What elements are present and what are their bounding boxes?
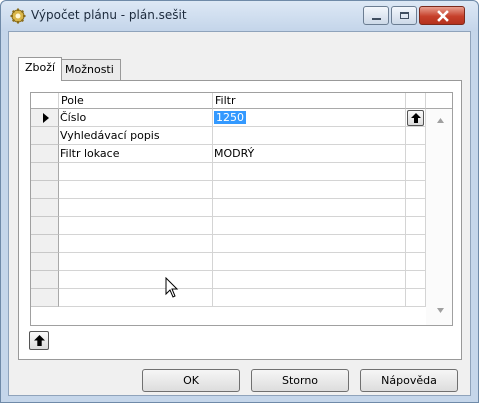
grid-cell-filter[interactable]: [213, 253, 406, 271]
grid-cell-assist: [406, 163, 426, 181]
grid-cell-assist: [406, 109, 426, 127]
filter-grid[interactable]: Pole Filtr Číslo 1250 Vyhledávací popis …: [30, 92, 453, 326]
grid-cell-assist: [406, 271, 426, 289]
grid-cell-filter[interactable]: [213, 127, 406, 145]
grid-cell-assist: [406, 199, 426, 217]
grid-cell-field[interactable]: Filtr lokace: [59, 145, 213, 163]
maximize-button[interactable]: [391, 6, 417, 25]
grid-cell-assist: [406, 253, 426, 271]
assist-edit-button[interactable]: [407, 110, 424, 126]
scrollbar-header: [426, 93, 452, 109]
grid-cell-assist: [406, 289, 426, 307]
filter-value[interactable]: 1250: [214, 111, 246, 124]
grid-cell-field[interactable]: [59, 181, 213, 199]
close-icon: [437, 10, 449, 22]
column-header-filter[interactable]: Filtr: [213, 93, 406, 109]
column-header-blank: [406, 93, 426, 109]
row-selector[interactable]: [31, 181, 59, 199]
grid-cell-field[interactable]: [59, 271, 213, 289]
grid-cell-field[interactable]: [59, 163, 213, 181]
field-name: Filtr lokace: [60, 147, 120, 160]
row-selector[interactable]: [31, 109, 59, 127]
minimize-icon: [372, 18, 381, 20]
row-selector[interactable]: [31, 271, 59, 289]
tab-panel: Pole Filtr Číslo 1250 Vyhledávací popis …: [18, 80, 462, 360]
grid-cell-filter[interactable]: [213, 289, 406, 307]
grid-cell-field[interactable]: [59, 217, 213, 235]
grid-cell-assist: [406, 217, 426, 235]
mouse-cursor-icon: [165, 277, 179, 298]
row-selector[interactable]: [31, 253, 59, 271]
scroll-up-icon[interactable]: [437, 118, 444, 123]
grid-cell-field[interactable]: [59, 199, 213, 217]
grid-cell-filter[interactable]: [213, 235, 406, 253]
grid-corner: [31, 93, 59, 109]
grid-cell-filter[interactable]: 1250: [213, 109, 406, 127]
grid-cell-assist: [406, 145, 426, 163]
field-name: Číslo: [60, 111, 87, 124]
cancel-button[interactable]: Storno: [251, 369, 349, 392]
column-header-filter-label: Filtr: [215, 94, 236, 107]
tab-zbozi[interactable]: Zboží: [18, 57, 63, 81]
grid-cell-filter[interactable]: [213, 217, 406, 235]
grid-cell-assist: [406, 235, 426, 253]
grid-cell-filter[interactable]: [213, 163, 406, 181]
dialog-body: Zboží Možnosti Pole Filtr Číslo 1250 Vyh…: [8, 31, 471, 396]
triangle-right-icon: [43, 113, 49, 123]
row-selector[interactable]: [31, 199, 59, 217]
column-header-field-label: Pole: [61, 94, 84, 107]
row-selector[interactable]: [31, 235, 59, 253]
row-selector[interactable]: [31, 127, 59, 145]
close-button[interactable]: [419, 6, 465, 25]
vertical-scrollbar[interactable]: [426, 109, 452, 325]
grid-cell-filter[interactable]: [213, 271, 406, 289]
grid-cell-field[interactable]: [59, 289, 213, 307]
row-selector[interactable]: [31, 145, 59, 163]
grid-cell-field[interactable]: [59, 253, 213, 271]
ok-button[interactable]: OK: [142, 369, 240, 392]
row-selector[interactable]: [31, 163, 59, 181]
grid-cell-field[interactable]: Číslo: [59, 109, 213, 127]
column-header-field[interactable]: Pole: [59, 93, 213, 109]
scroll-down-icon[interactable]: [437, 308, 444, 313]
window-title: Výpočet plánu - plán.sešit: [31, 8, 187, 22]
help-button[interactable]: Nápověda: [360, 369, 458, 392]
grid-cell-filter[interactable]: [213, 181, 406, 199]
grid-cell-assist: [406, 181, 426, 199]
field-name: Vyhledávací popis: [60, 129, 160, 142]
filter-value: MODRÝ: [214, 147, 255, 160]
grid-cell-field[interactable]: [59, 235, 213, 253]
arrow-up-icon: [34, 335, 45, 346]
row-selector[interactable]: [31, 289, 59, 307]
move-up-button[interactable]: [29, 331, 49, 350]
maximize-icon: [400, 12, 409, 19]
gear-icon: [10, 8, 26, 24]
grid-cell-field[interactable]: Vyhledávací popis: [59, 127, 213, 145]
grid-cell-assist: [406, 127, 426, 145]
tab-moznosti[interactable]: Možnosti: [58, 59, 121, 80]
dialog-window: Výpočet plánu - plán.sešit Zboží Možnost…: [0, 0, 479, 403]
row-selector[interactable]: [31, 217, 59, 235]
title-bar[interactable]: Výpočet plánu - plán.sešit: [1, 1, 478, 31]
grid-cell-filter[interactable]: MODRÝ: [213, 145, 406, 163]
minimize-button[interactable]: [363, 6, 389, 25]
grid-cell-filter[interactable]: [213, 199, 406, 217]
arrow-up-icon: [411, 113, 421, 123]
